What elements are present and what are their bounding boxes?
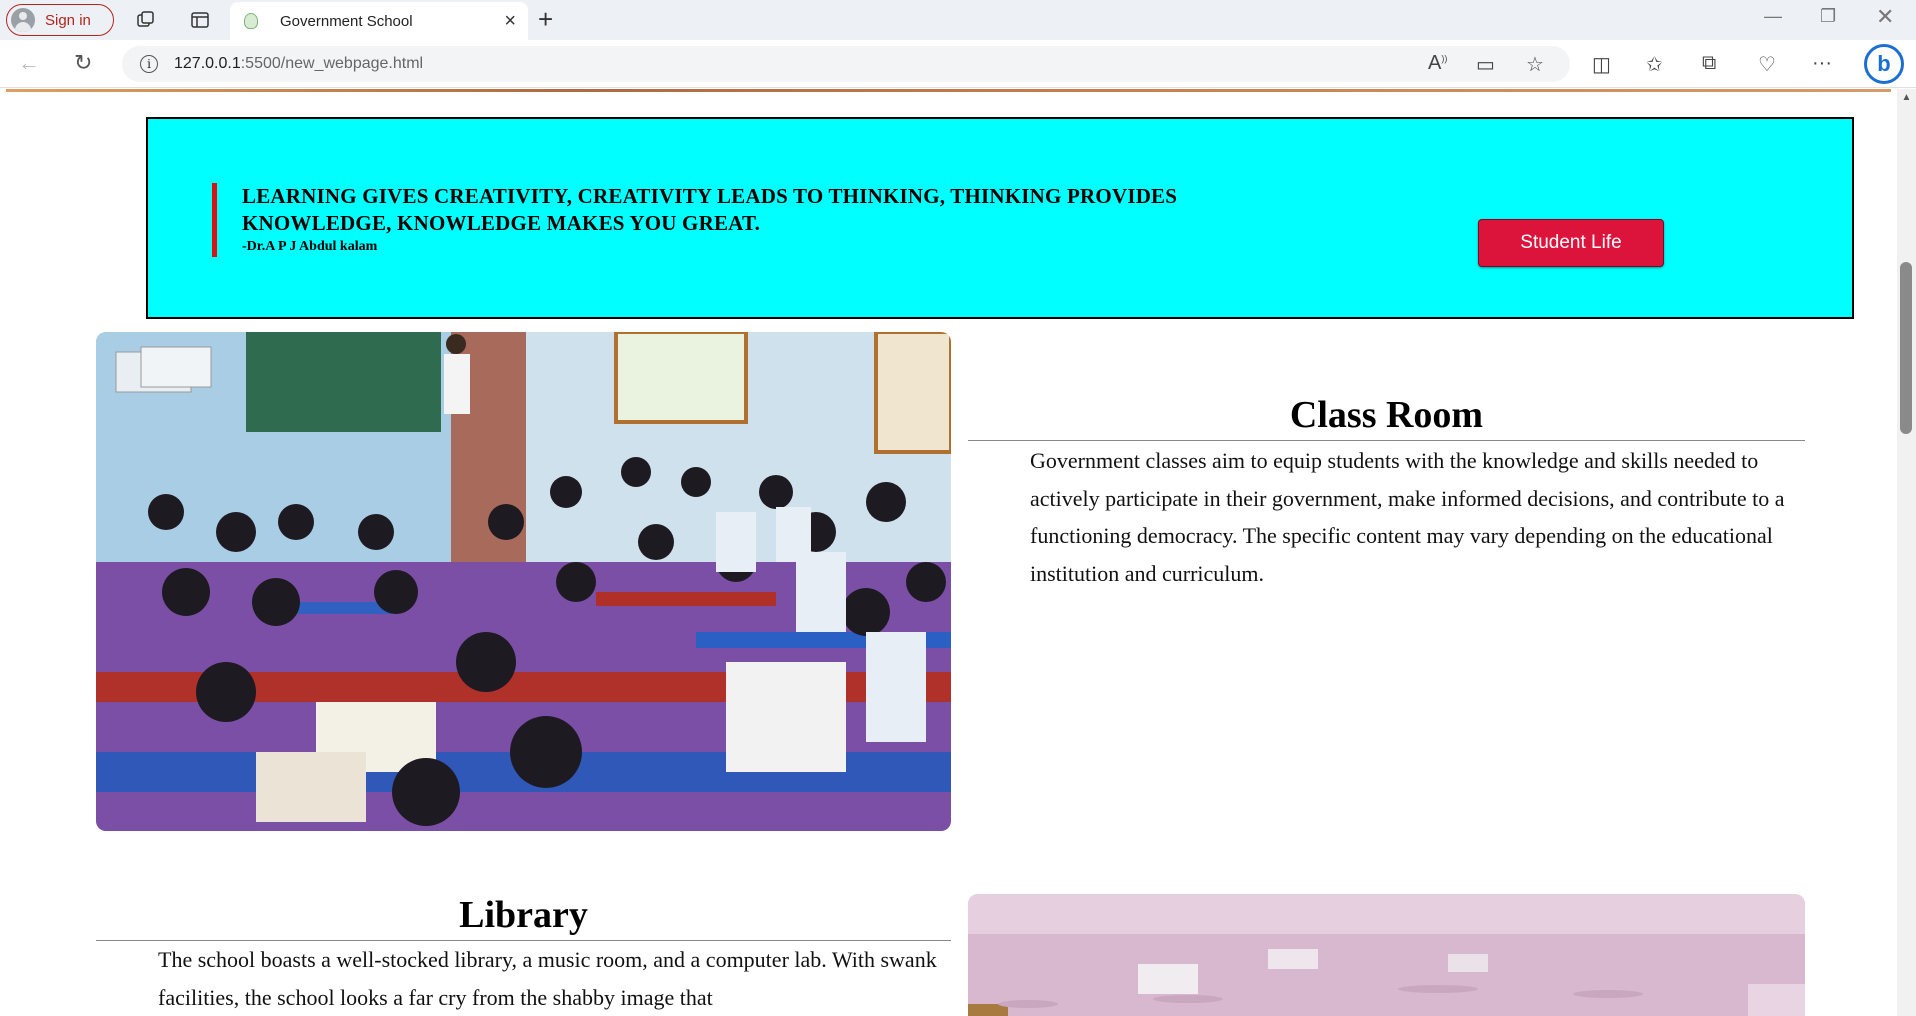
url-input[interactable]: i 127.0.0.1:5500/new_webpage.html <box>122 46 1570 82</box>
classroom-title: Class Room <box>1289 394 1484 436</box>
quote-author: -Dr.A P J Abdul kalam <box>242 239 378 254</box>
classroom-text: Government classes aim to equip students… <box>1030 448 1785 586</box>
vertical-tabs-icon[interactable] <box>188 8 212 32</box>
immersive-reader-icon[interactable]: ▭ <box>1476 52 1495 77</box>
restore-icon[interactable]: ❐ <box>1820 6 1836 27</box>
page-scrollbar[interactable] <box>1897 89 1916 1016</box>
collections-icon[interactable]: ⧉ <box>1702 52 1716 75</box>
more-menu-icon[interactable]: ··· <box>1812 52 1832 75</box>
new-tab-icon[interactable]: + <box>538 4 553 35</box>
classroom-divider <box>968 440 1805 441</box>
tab-government-school[interactable]: Government School × <box>230 2 528 40</box>
library-photo <box>968 894 1805 1016</box>
favorite-star-icon[interactable]: ☆ <box>1526 52 1544 77</box>
sign-in-label: Sign in <box>45 11 91 29</box>
site-info-icon[interactable]: i <box>140 55 158 73</box>
minimize-icon[interactable]: — <box>1764 6 1782 27</box>
browser-tab-bar: Sign in Government School × + — ❐ ✕ <box>0 0 1916 40</box>
tab-title: Government School <box>280 12 413 30</box>
browser-essentials-icon[interactable]: ♡ <box>1758 52 1776 77</box>
hero-image-bottom-edge <box>6 89 1891 92</box>
bing-copilot-icon[interactable]: b <box>1864 44 1904 84</box>
scrollbar-thumb[interactable] <box>1900 262 1912 434</box>
close-tab-icon[interactable]: × <box>504 10 516 33</box>
split-screen-icon[interactable]: ◫ <box>1592 52 1611 77</box>
student-life-button[interactable]: Student Life <box>1478 219 1664 267</box>
browser-address-bar: ← ↻ i 127.0.0.1:5500/new_webpage.html A)… <box>0 40 1916 88</box>
url-path: :5500/new_webpage.html <box>240 55 424 72</box>
profile-avatar-icon <box>11 8 35 32</box>
library-text: The school boasts a well-stocked library… <box>158 947 937 1010</box>
quote-accent-bar <box>212 183 217 257</box>
library-title: Library <box>459 894 588 936</box>
workspaces-icon[interactable] <box>134 8 158 32</box>
site-favicon-icon <box>244 13 258 29</box>
quote-text: LEARNING GIVES CREATIVITY, CREATIVITY LE… <box>242 184 1178 235</box>
close-window-icon[interactable]: ✕ <box>1876 4 1894 30</box>
classroom-photo <box>96 332 951 831</box>
url-host: 127.0.0.1 <box>174 55 241 72</box>
sign-in-button[interactable]: Sign in <box>6 4 114 36</box>
favorites-icon[interactable]: ✩ <box>1646 52 1663 77</box>
refresh-icon[interactable]: ↻ <box>74 50 92 76</box>
page-viewport: LEARNING GIVES CREATIVITY, CREATIVITY LE… <box>0 89 1897 1016</box>
back-icon[interactable]: ← <box>18 50 40 76</box>
scroll-up-arrow-icon[interactable]: ▲ <box>1897 92 1916 106</box>
quote-banner: LEARNING GIVES CREATIVITY, CREATIVITY LE… <box>146 117 1854 319</box>
read-aloud-icon[interactable]: A)) <box>1428 52 1447 75</box>
